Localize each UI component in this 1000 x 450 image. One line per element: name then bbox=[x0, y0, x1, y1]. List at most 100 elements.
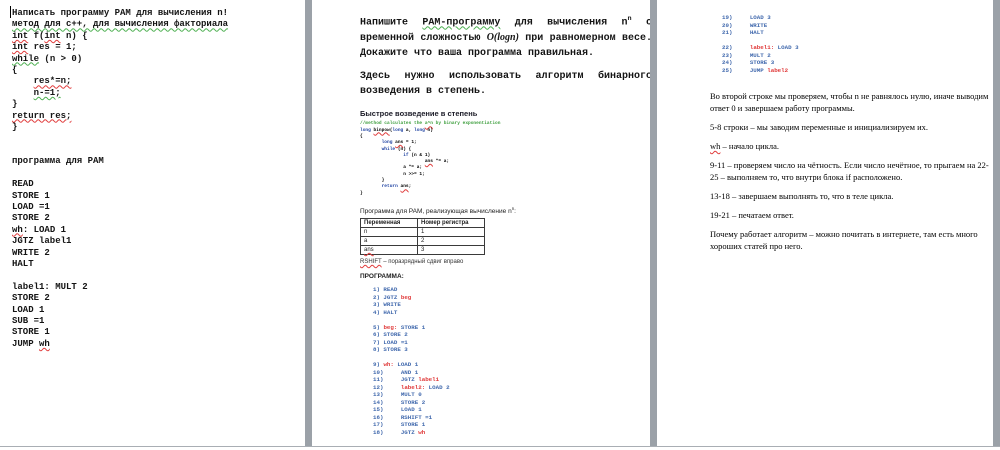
ram-program-listing-19-25: 19) LOAD 320) WRITE21) HALT 22) label1: … bbox=[722, 14, 993, 74]
text-segment: LOAD 2 bbox=[425, 384, 449, 391]
text-segment: 25) JUMP bbox=[722, 67, 767, 74]
text-segment: STORE 1 bbox=[12, 327, 50, 337]
text-segment: a, bbox=[403, 128, 414, 133]
text-line bbox=[12, 145, 305, 156]
text-segment: Напишите bbox=[360, 17, 422, 28]
text-segment: 9-11 – проверяем число на чётность. Если… bbox=[710, 160, 989, 182]
text-segment: n bbox=[364, 229, 367, 235]
text-segment: 16) RSHIFT =1 bbox=[373, 414, 432, 421]
text-segment: wh bbox=[12, 225, 23, 235]
text-line: 19) LOAD 3 bbox=[722, 14, 993, 22]
paragraph: 19-21 – печатаем ответ. bbox=[710, 209, 994, 221]
text-line: 8) STORE 3 bbox=[373, 346, 650, 354]
text-segment: { bbox=[360, 134, 363, 139]
register-table-title: Программа для РАМ, реализующая вычислени… bbox=[360, 206, 650, 215]
page-divider-1 bbox=[305, 0, 312, 446]
paragraph: 9-11 – проверяем число на чётность. Если… bbox=[710, 159, 994, 183]
text-segment: int bbox=[44, 31, 60, 41]
table-header-cell: Переменная bbox=[361, 219, 418, 228]
table-row: n1 bbox=[361, 228, 485, 237]
text-line: WRITE 2 bbox=[12, 248, 305, 259]
text-line: 21) HALT bbox=[722, 29, 993, 37]
text-segment: LOAD =1 bbox=[12, 202, 50, 212]
text-line bbox=[722, 37, 993, 45]
page-2[interactable]: Напишите РАМ-программу для вычисления nn… bbox=[312, 0, 650, 446]
text-segment: : LOAD 1 bbox=[23, 225, 66, 235]
text-segment: wh bbox=[39, 339, 50, 349]
text-line: { bbox=[12, 65, 305, 76]
text-segment: 19) LOAD 3 bbox=[722, 14, 771, 21]
text-line: 6) STORE 2 bbox=[373, 331, 650, 339]
text-segment: 3 bbox=[421, 247, 424, 253]
text-line: 18) JGTZ wh bbox=[373, 429, 650, 437]
text-line: 25) JUMP label2 bbox=[722, 67, 993, 75]
text-segment: 13-18 – завершаем выполнять то, что в те… bbox=[710, 191, 893, 201]
text-segment: return res; bbox=[12, 111, 71, 121]
text-segment: } bbox=[12, 122, 17, 132]
text-segment: 9) bbox=[373, 361, 383, 368]
table-cell: 2 bbox=[418, 237, 485, 246]
text-segment: 11) JGTZ bbox=[373, 376, 418, 383]
text-segment: long bbox=[382, 140, 393, 145]
text-segment: 1) READ bbox=[373, 286, 397, 293]
text-segment: res = 1; bbox=[28, 42, 77, 52]
text-segment: : bbox=[514, 208, 516, 215]
text-cursor bbox=[10, 6, 11, 18]
text-segment: JGTZ label1 bbox=[12, 236, 71, 246]
cpp-binpow-code: //method calculates the a^n by binary ex… bbox=[360, 121, 650, 197]
text-line: метод для с++, для вычисления факториала bbox=[12, 19, 305, 30]
text-line: res*=n; bbox=[12, 76, 305, 87]
table-cell: ans bbox=[361, 246, 418, 255]
text-segment: STORE 2 bbox=[12, 293, 50, 303]
text-segment: n) { bbox=[61, 31, 88, 41]
text-line: READ bbox=[12, 179, 305, 190]
text-segment: 10) AND 1 bbox=[373, 369, 418, 376]
text-line: int f(int n) { bbox=[12, 31, 305, 42]
text-segment: label2: bbox=[401, 384, 425, 391]
text-segment: while bbox=[12, 54, 39, 64]
text-segment: 5) bbox=[373, 324, 383, 331]
text-segment: res*=n; bbox=[34, 76, 72, 86]
text-segment: LOAD 3 bbox=[774, 44, 798, 51]
text-segment: метод для с++, для вычисления факториала bbox=[12, 19, 228, 29]
text-segment: long bbox=[360, 128, 371, 133]
text-line: 9) wh: LOAD 1 bbox=[373, 361, 650, 369]
text-segment bbox=[360, 184, 382, 189]
text-segment: LOAD 1 bbox=[394, 361, 418, 368]
text-segment: ; bbox=[409, 184, 412, 189]
text-line: 14) STORE 2 bbox=[373, 399, 650, 407]
page1-text-block: Написать программу РАМ для вычисления n!… bbox=[12, 8, 305, 350]
text-line: LOAD 1 bbox=[12, 305, 305, 316]
text-segment: РАМ-программу bbox=[422, 17, 500, 28]
text-segment: (n) { bbox=[395, 147, 411, 152]
task-description: Напишите РАМ-программу для вычисления nn… bbox=[360, 12, 652, 99]
text-segment: a^n bbox=[425, 121, 433, 126]
text-line: 13) MULT 0 bbox=[373, 391, 650, 399]
text-segment: while bbox=[382, 147, 396, 152]
text-segment: int bbox=[12, 31, 28, 41]
page-3[interactable]: 19) LOAD 320) WRITE21) HALT 22) label1: … bbox=[657, 0, 993, 446]
text-line: 3) WRITE bbox=[373, 301, 650, 309]
text-line bbox=[373, 354, 650, 362]
text-segment: 3) WRITE bbox=[373, 301, 401, 308]
text-line bbox=[12, 168, 305, 179]
text-segment: 7) LOAD =1 bbox=[373, 339, 408, 346]
text-segment: LOAD 1 bbox=[12, 305, 44, 315]
text-segment: 17) STORE 1 bbox=[373, 421, 425, 428]
table-header-row: ПеременнаяНомер регистра bbox=[361, 219, 485, 228]
bottom-border bbox=[0, 446, 1000, 447]
paragraph: Почему работает алгоритм – можно почитат… bbox=[710, 228, 994, 252]
text-line bbox=[373, 316, 650, 324]
text-segment: 1 bbox=[421, 229, 424, 235]
text-line: 16) RSHIFT =1 bbox=[373, 414, 650, 422]
text-line: 17) STORE 1 bbox=[373, 421, 650, 429]
paragraph: Здесь нужно использовать алгоритм бинарн… bbox=[360, 69, 652, 99]
paragraph: Во второй строке мы проверяем, чтобы n н… bbox=[710, 90, 994, 114]
text-line: STORE 2 bbox=[12, 213, 305, 224]
page-1[interactable]: Написать программу РАМ для вычисления n!… bbox=[0, 0, 305, 446]
text-segment: STORE 2 bbox=[12, 213, 50, 223]
paragraph: Напишите РАМ-программу для вычисления nn… bbox=[360, 12, 652, 61]
text-line: STORE 1 bbox=[12, 191, 305, 202]
text-line: 20) WRITE bbox=[722, 22, 993, 30]
text-line: wh: LOAD 1 bbox=[12, 225, 305, 236]
